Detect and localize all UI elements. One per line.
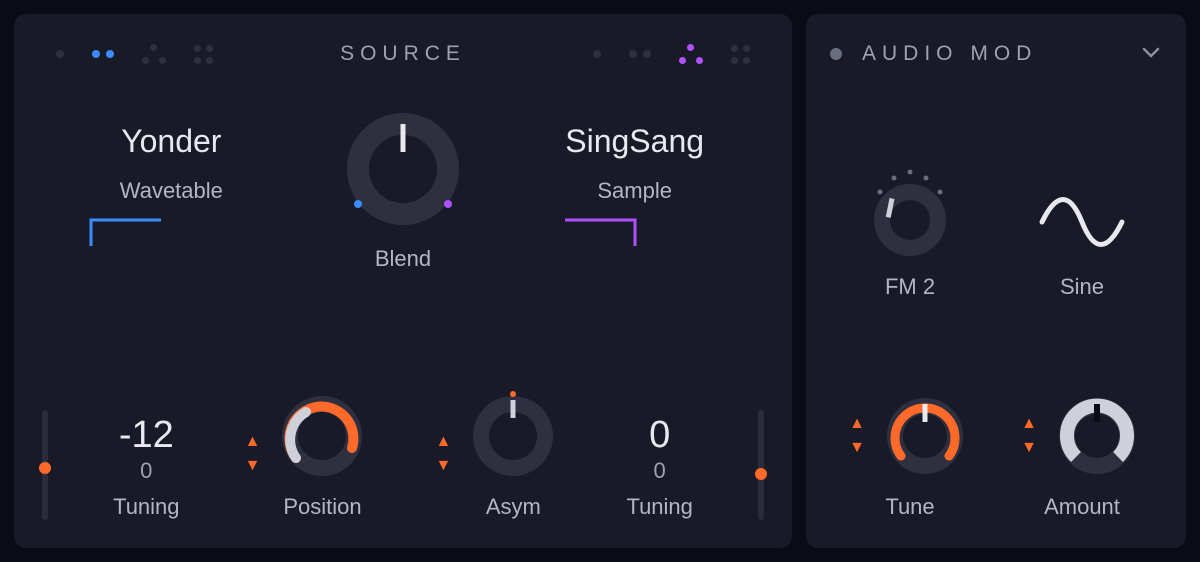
position-label: Position (283, 494, 361, 520)
tune-label: Tune (885, 494, 934, 520)
tuning-left-control[interactable]: -12 0 Tuning (113, 416, 179, 520)
arrow-up-icon[interactable]: ▲ (245, 434, 261, 450)
tuning-right-label: Tuning (626, 494, 692, 520)
connector-left-icon (71, 208, 191, 248)
fm-label: FM 2 (885, 274, 935, 300)
chevron-down-icon[interactable] (1140, 41, 1162, 68)
source-left-name: Yonder (71, 123, 271, 160)
arrow-up-icon[interactable]: ▲ (849, 416, 865, 432)
amount-stepper[interactable]: ▲ ▼ (1021, 416, 1037, 456)
audiomod-header: AUDIO MOD (830, 34, 1162, 74)
position-knob-icon (274, 388, 370, 484)
amount-control[interactable]: ▲ ▼ Amount (1002, 318, 1162, 520)
fm-knob-icon (860, 162, 960, 262)
power-led-icon[interactable] (830, 48, 842, 60)
arrow-down-icon[interactable]: ▼ (436, 458, 452, 474)
source-indicator-right[interactable] (593, 44, 750, 64)
amount-label: Amount (1044, 494, 1120, 520)
arrow-down-icon[interactable]: ▼ (245, 458, 261, 474)
tune-stepper[interactable]: ▲ ▼ (849, 416, 865, 456)
asym-control[interactable]: Asym (465, 388, 561, 520)
tuning-right-fine: 0 (654, 458, 666, 484)
blend-label: Blend (375, 246, 431, 272)
tune-control[interactable]: ▲ ▼ Tune (830, 318, 990, 520)
source-left-type: Wavetable (71, 178, 271, 204)
dots-pair-icon (629, 50, 651, 58)
source-header: SOURCE (38, 34, 768, 74)
audiomod-panel: AUDIO MOD FM 2 Sine (806, 14, 1186, 548)
dot-indicator-icon (56, 50, 64, 58)
arrow-down-icon[interactable]: ▼ (849, 440, 865, 456)
source-panel: SOURCE Yonder Wavetable (14, 14, 792, 548)
tuning-right-value: 0 (649, 416, 670, 454)
dots-triangle-icon (142, 44, 166, 64)
amount-knob-icon (1051, 390, 1143, 482)
dots-quad-icon (731, 45, 750, 64)
arrow-up-icon[interactable]: ▲ (436, 434, 452, 450)
asym-stepper[interactable]: ▲ ▼ (436, 434, 452, 474)
source-left[interactable]: Yonder Wavetable (71, 123, 271, 253)
asym-knob-icon (465, 388, 561, 484)
dots-quad-icon (194, 45, 213, 64)
tuning-right-control[interactable]: 0 0 Tuning (626, 416, 692, 520)
level-slider-left[interactable] (42, 410, 48, 520)
fm-control[interactable]: FM 2 (830, 98, 990, 300)
level-slider-right[interactable] (758, 410, 764, 520)
tune-knob-icon (879, 390, 971, 482)
dots-triangle-icon (679, 44, 703, 64)
arrow-down-icon[interactable]: ▼ (1021, 440, 1037, 456)
position-stepper[interactable]: ▲ ▼ (245, 434, 261, 474)
wave-label: Sine (1060, 274, 1104, 300)
wave-selector[interactable]: Sine (1002, 98, 1162, 300)
audiomod-title: AUDIO MOD (862, 42, 1037, 66)
source-indicator-left[interactable] (56, 44, 213, 64)
arrow-up-icon[interactable]: ▲ (1021, 416, 1037, 432)
asym-label: Asym (486, 494, 541, 520)
tuning-left-fine: 0 (140, 458, 152, 484)
blend-knob-icon (338, 104, 468, 234)
source-right-name: SingSang (535, 123, 735, 160)
tuning-left-label: Tuning (113, 494, 179, 520)
sine-wave-icon (1027, 172, 1137, 262)
connector-right-icon (535, 208, 655, 248)
tuning-left-value: -12 (119, 416, 174, 454)
position-control[interactable]: Position (274, 388, 370, 520)
source-right-type: Sample (535, 178, 735, 204)
source-right[interactable]: SingSang Sample (535, 123, 735, 253)
dots-pair-icon (92, 50, 114, 58)
dot-indicator-icon (593, 50, 601, 58)
blend-control[interactable]: Blend (338, 104, 468, 272)
source-title: SOURCE (340, 42, 466, 66)
